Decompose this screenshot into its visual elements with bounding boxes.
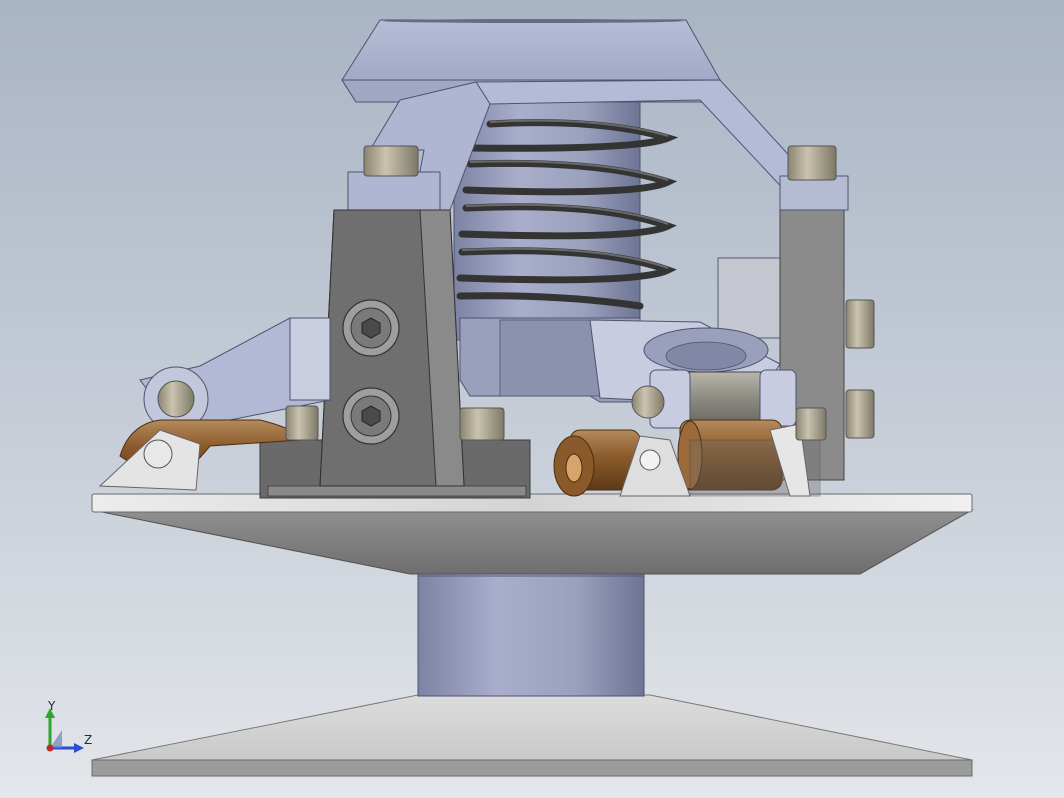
base-pin-center[interactable] bbox=[459, 407, 505, 441]
triad-axes-icon bbox=[45, 708, 84, 753]
socket-screw-lower[interactable] bbox=[342, 387, 400, 445]
y-axis-label: Y bbox=[48, 699, 56, 713]
left-tower-bracket[interactable] bbox=[319, 209, 465, 487]
z-axis-head bbox=[74, 743, 84, 753]
triad-origin bbox=[46, 744, 54, 752]
cad-model[interactable] bbox=[0, 0, 1064, 798]
z-axis-label: Z bbox=[84, 733, 93, 747]
right-pins[interactable] bbox=[845, 299, 875, 439]
hub-shaft[interactable] bbox=[417, 571, 645, 697]
roller-shaft-right[interactable] bbox=[631, 369, 797, 429]
socket-screw-upper[interactable] bbox=[342, 299, 400, 357]
movable-sheave[interactable] bbox=[91, 493, 974, 575]
fixed-sheave[interactable] bbox=[91, 694, 973, 777]
base-pin-left[interactable] bbox=[285, 405, 319, 441]
graphics-viewport[interactable]: Y Z bbox=[0, 0, 1064, 798]
coordinate-triad: Y Z bbox=[38, 700, 98, 760]
base-pin-right[interactable] bbox=[795, 407, 827, 441]
